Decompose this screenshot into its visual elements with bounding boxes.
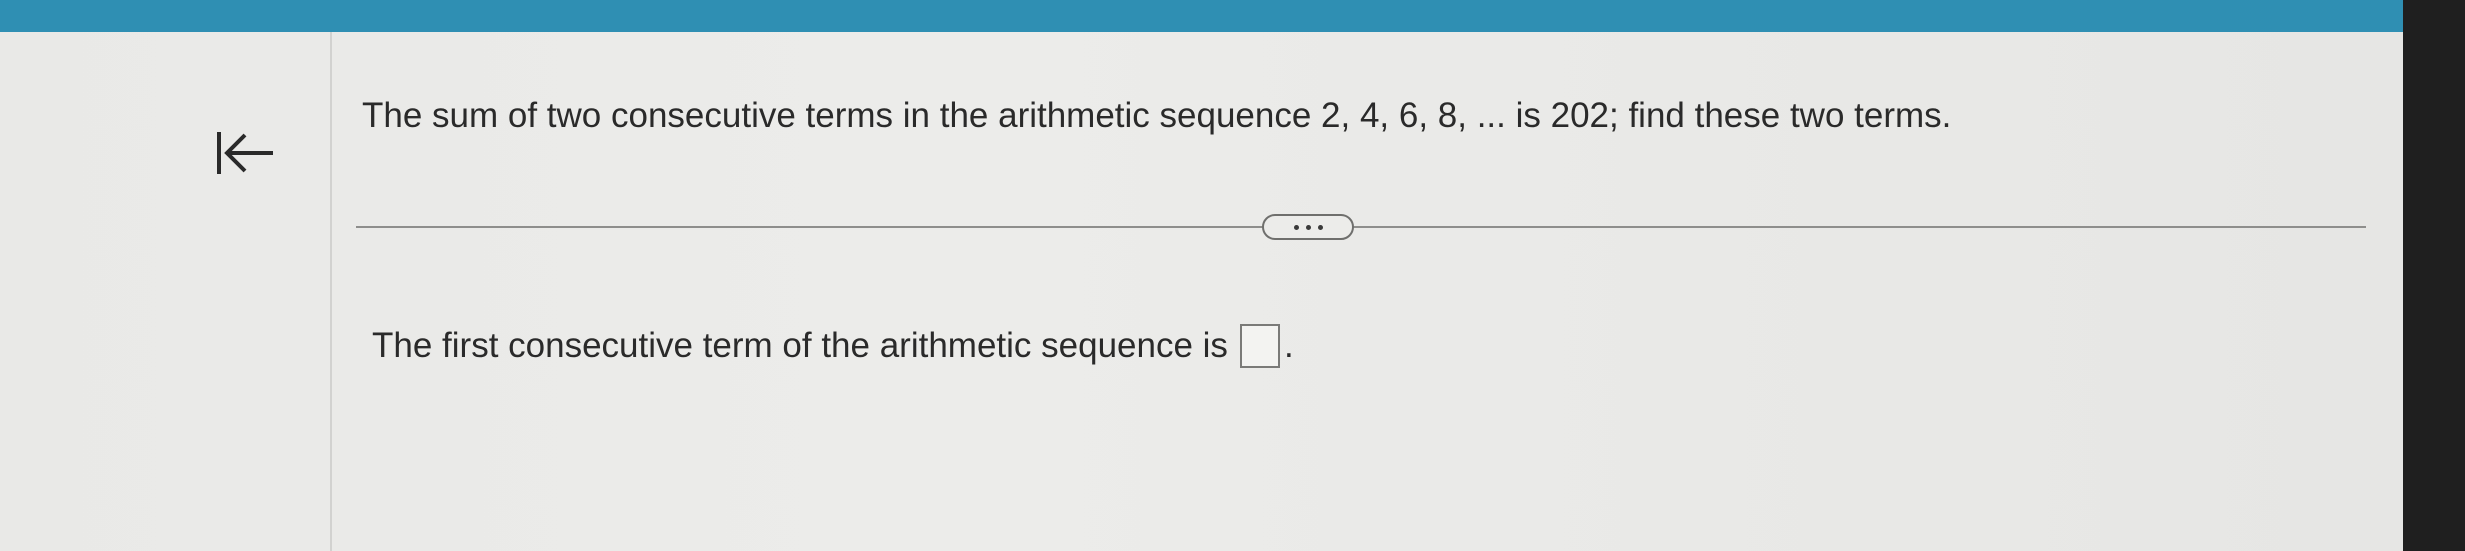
answer-input-box[interactable] — [1239, 324, 1280, 368]
more-dots-icon — [1293, 224, 1299, 230]
back-to-first-button[interactable] — [200, 118, 290, 188]
answer-prompt: The first consecutive term of the arithm… — [372, 326, 1228, 365]
answer-suffix: . — [1283, 326, 1294, 365]
answer-line: The first consecutive term of the arithm… — [372, 324, 1294, 368]
first-page-arrow-icon — [217, 132, 273, 174]
question-page: The sum of two consecutive terms in the … — [0, 32, 2403, 551]
question-text: The sum of two consecutive terms in the … — [362, 96, 1952, 135]
section-divider — [356, 226, 2366, 228]
more-dots-icon — [1317, 224, 1323, 230]
expand-more-button[interactable] — [1262, 214, 1354, 240]
screen-bezel — [2403, 0, 2465, 551]
left-navigation-pane — [0, 32, 332, 551]
more-dots-icon — [1305, 224, 1311, 230]
